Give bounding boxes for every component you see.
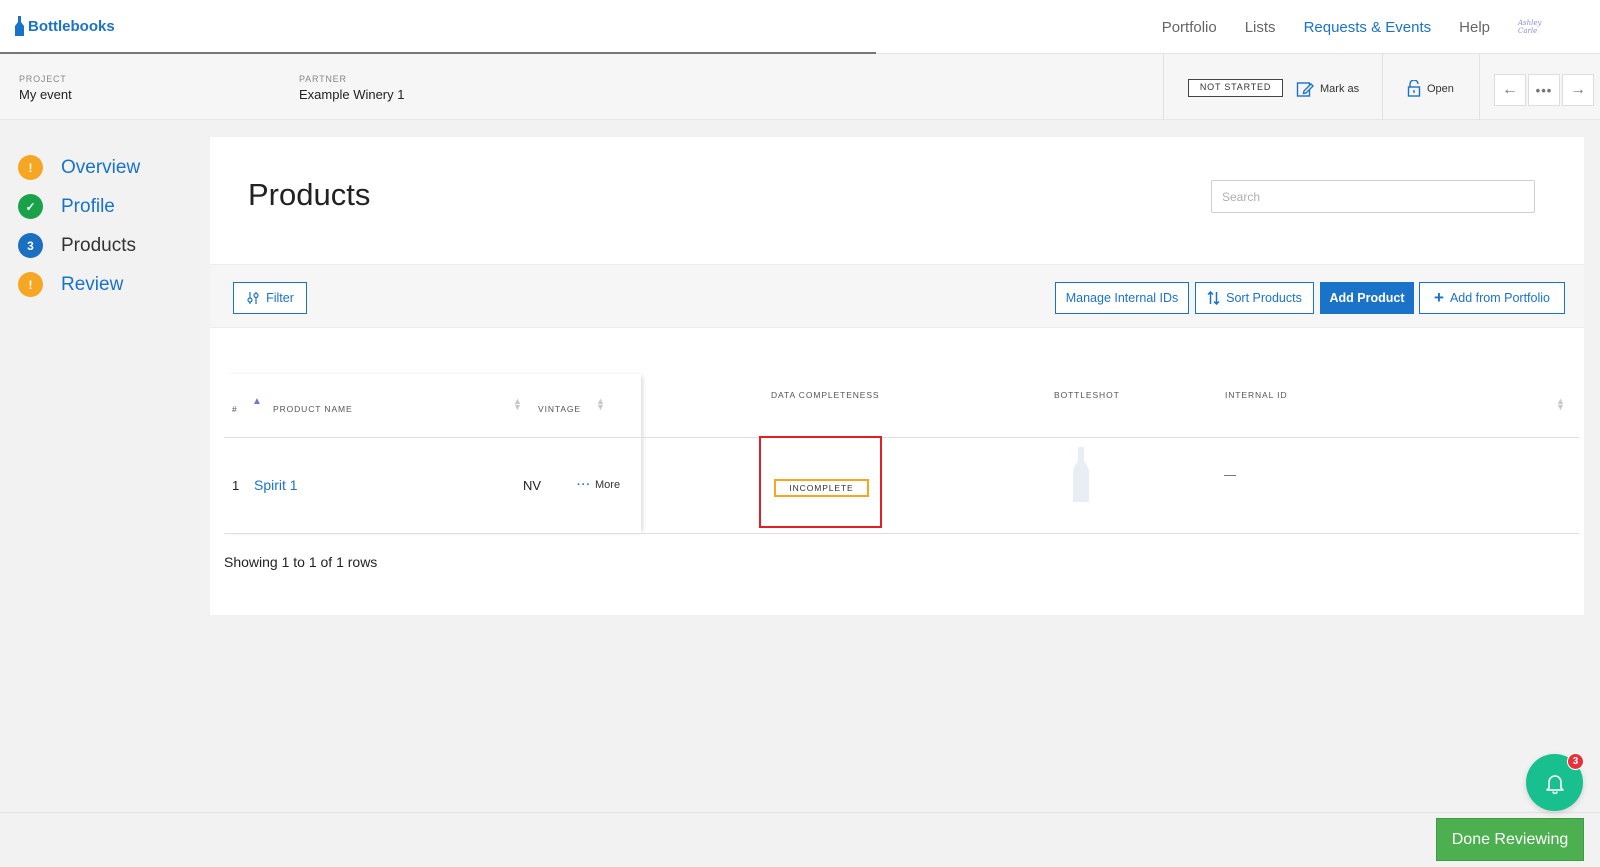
search-input[interactable]	[1211, 180, 1535, 213]
step-label: Products	[61, 234, 136, 256]
open-button[interactable]: Open	[1407, 80, 1454, 97]
warning-icon: !	[18, 155, 43, 180]
step-overview[interactable]: ! Overview	[18, 148, 140, 187]
divider	[1382, 54, 1383, 120]
nav-link-help[interactable]: Help	[1459, 19, 1490, 36]
brand-logo[interactable]: Bottlebooks	[14, 16, 115, 36]
pagination-info: Showing 1 to 1 of 1 rows	[224, 554, 378, 570]
user-avatar[interactable]: Ashley Carle	[1518, 19, 1560, 35]
sort-products-button[interactable]: Sort Products	[1195, 282, 1314, 314]
footer-divider	[0, 812, 1600, 813]
manage-internal-ids-button[interactable]: Manage Internal IDs	[1055, 282, 1189, 314]
sort-icon[interactable]: ▲ ▼	[1556, 397, 1565, 412]
project-bar: PROJECT My event PARTNER Example Winery …	[0, 54, 1600, 120]
edit-icon	[1296, 82, 1314, 97]
row-divider	[224, 533, 1579, 534]
step-number-badge: 3	[18, 233, 43, 258]
step-label: Review	[61, 273, 124, 295]
add-from-portfolio-button[interactable]: + Add from Portfolio	[1419, 282, 1565, 314]
open-label: Open	[1427, 82, 1454, 95]
sort-icon[interactable]: ▲ ▼	[513, 397, 522, 412]
nav-link-portfolio[interactable]: Portfolio	[1162, 19, 1217, 36]
sort-icon[interactable]: ▲ ▼	[596, 397, 605, 412]
highlight-box	[759, 436, 882, 528]
column-header-vintage[interactable]: VINTAGE	[538, 404, 581, 414]
top-navigation: Bottlebooks Portfolio Lists Requests & E…	[0, 0, 1600, 54]
step-review[interactable]: ! Review	[18, 265, 140, 304]
manage-internal-ids-label: Manage Internal IDs	[1065, 291, 1179, 305]
notification-count-badge: 3	[1567, 753, 1584, 770]
bottle-logo-icon	[15, 16, 24, 36]
filter-button[interactable]: Filter	[233, 282, 307, 314]
products-card: Products Filter Manage Internal IDs Sort…	[210, 137, 1584, 615]
add-product-label: Add Product	[1329, 291, 1405, 305]
column-header-number: #	[232, 404, 238, 414]
next-button[interactable]: →	[1562, 74, 1594, 106]
column-header-product-name[interactable]: PRODUCT NAME	[273, 404, 353, 414]
ellipsis-icon: ···	[577, 479, 591, 491]
partner-value: Example Winery 1	[299, 87, 405, 102]
products-toolbar: Filter Manage Internal IDs Sort Products…	[210, 264, 1584, 328]
divider	[1163, 54, 1164, 120]
step-profile[interactable]: ✓ Profile	[18, 187, 140, 226]
partner-meta: PARTNER Example Winery 1	[299, 74, 404, 102]
column-header-bottleshot: BOTTLESHOT	[1054, 390, 1120, 400]
project-label: PROJECT	[19, 74, 67, 84]
page-title: Products	[248, 177, 371, 212]
step-navigation: ! Overview ✓ Profile 3 Products ! Review	[18, 148, 140, 304]
column-header-data-completeness: DATA COMPLETENESS	[771, 390, 880, 400]
divider	[1479, 54, 1480, 120]
step-label: Overview	[61, 156, 141, 178]
column-header-internal-id: INTERNAL ID	[1225, 390, 1288, 400]
sort-products-label: Sort Products	[1226, 291, 1302, 305]
nav-link-requests-events[interactable]: Requests & Events	[1304, 19, 1432, 36]
nav-link-lists[interactable]: Lists	[1245, 19, 1276, 36]
product-name-link[interactable]: Spirit 1	[254, 477, 298, 493]
project-value: My event	[19, 87, 72, 102]
plus-icon: +	[1434, 288, 1444, 307]
mark-as-label: Mark as	[1320, 83, 1360, 95]
row-number: 1	[232, 478, 240, 493]
done-reviewing-label: Done Reviewing	[1451, 830, 1569, 848]
nav-links: Portfolio Lists Requests & Events Help A…	[1134, 0, 1560, 54]
add-from-portfolio-label: Add from Portfolio	[1449, 291, 1550, 305]
sort-arrows-icon	[1207, 291, 1220, 305]
bottle-placeholder-icon	[1073, 447, 1089, 502]
more-label: More	[595, 479, 621, 491]
project-meta: PROJECT My event	[19, 74, 72, 102]
checkmark-icon: ✓	[18, 194, 43, 219]
done-reviewing-button[interactable]: Done Reviewing	[1436, 818, 1584, 861]
arrow-left-icon: ←	[1502, 81, 1518, 98]
frozen-columns-panel	[224, 374, 641, 534]
previous-button[interactable]: ←	[1494, 74, 1526, 106]
arrow-right-icon: →	[1570, 81, 1586, 98]
vintage-value: NV	[523, 478, 542, 493]
step-products[interactable]: 3 Products	[18, 226, 140, 265]
add-product-button[interactable]: Add Product	[1320, 282, 1414, 314]
internal-id-empty	[1224, 475, 1236, 476]
filter-sliders-icon	[247, 292, 259, 304]
more-options-button[interactable]: •••	[1528, 74, 1560, 106]
sort-ascending-icon[interactable]: ▲	[252, 397, 262, 407]
header-divider	[224, 437, 1579, 438]
partner-label: PARTNER	[299, 74, 347, 84]
filter-label: Filter	[266, 291, 294, 305]
more-menu-button[interactable]: ··· More	[577, 479, 620, 491]
brand-name: Bottlebooks	[28, 17, 115, 35]
step-label: Profile	[61, 195, 115, 217]
mark-as-button[interactable]: Mark as	[1296, 80, 1359, 98]
ellipsis-icon: •••	[1535, 82, 1553, 98]
warning-icon: !	[18, 272, 43, 297]
bell-icon	[1545, 774, 1564, 794]
unlock-icon	[1407, 80, 1421, 97]
status-badge: NOT STARTED	[1188, 79, 1283, 97]
